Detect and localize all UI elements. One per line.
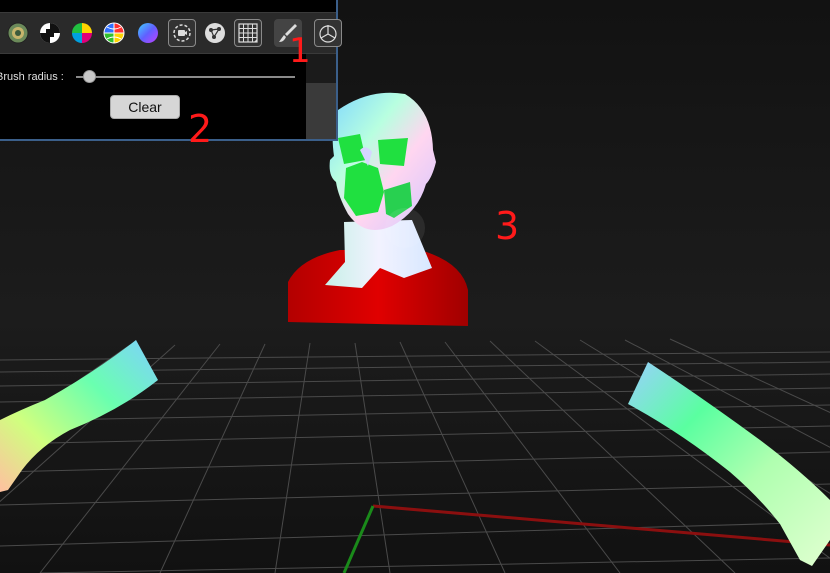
camera-rotate-tool[interactable] bbox=[168, 19, 196, 47]
callout-3: 3 bbox=[495, 204, 520, 248]
tool-panel: Brush radius : Clear bbox=[0, 0, 342, 141]
color-wheel-icon bbox=[72, 23, 92, 43]
gizmo-icon bbox=[319, 25, 337, 43]
panel-scrollbar-thumb[interactable] bbox=[306, 83, 336, 139]
brush-radius-label: Brush radius : bbox=[0, 71, 64, 83]
color-globe-tool[interactable] bbox=[100, 19, 128, 47]
tool-options-panel: Brush radius : Clear bbox=[0, 54, 306, 139]
checker-tool[interactable] bbox=[36, 19, 64, 47]
brush-radius-slider-thumb[interactable] bbox=[82, 70, 96, 83]
camera-rotate-icon bbox=[173, 24, 191, 42]
clear-button[interactable]: Clear bbox=[110, 95, 180, 119]
gizmo-tool[interactable] bbox=[314, 19, 342, 47]
node-graph-icon bbox=[205, 23, 225, 43]
toolbar bbox=[0, 12, 342, 54]
sphere-icon bbox=[7, 22, 29, 44]
sphere-tool[interactable] bbox=[4, 19, 32, 47]
grid-icon bbox=[238, 23, 258, 43]
grid-tool[interactable] bbox=[234, 19, 262, 47]
node-graph-tool[interactable] bbox=[201, 19, 229, 47]
gradient-sphere-tool[interactable] bbox=[134, 19, 162, 47]
brush-radius-slider[interactable] bbox=[76, 76, 295, 78]
callout-1: 1 bbox=[289, 31, 311, 71]
color-wheel-tool[interactable] bbox=[68, 19, 96, 47]
callout-2: 2 bbox=[188, 107, 213, 151]
color-globe-icon bbox=[103, 22, 125, 44]
checker-icon bbox=[40, 23, 60, 43]
gradient-sphere-icon bbox=[138, 23, 158, 43]
